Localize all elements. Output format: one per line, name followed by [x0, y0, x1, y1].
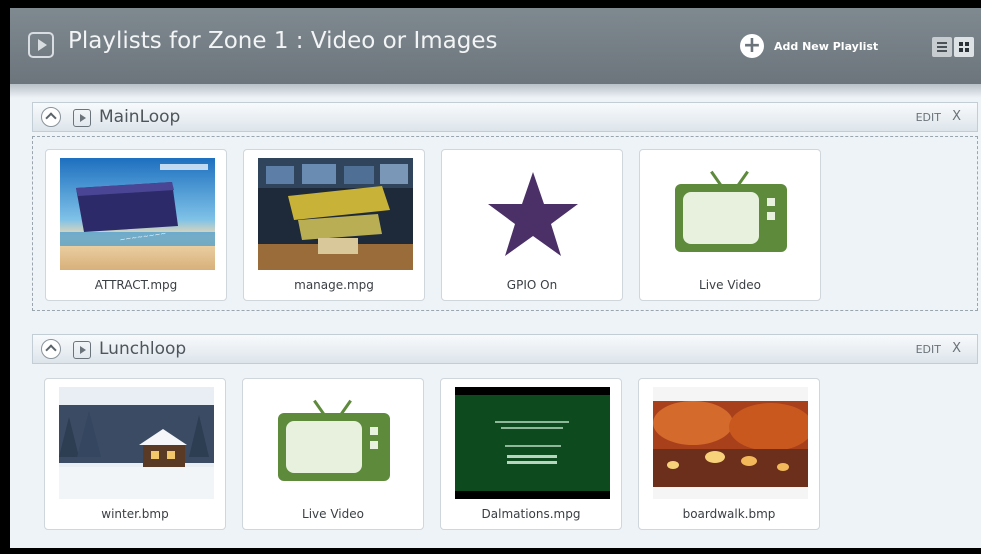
item-label: ATTRACT.mpg [94, 278, 178, 292]
play-icon[interactable] [73, 341, 91, 359]
playlist-items-lunchloop: winter.bmp Live Video Dalmations.mpg boa… [32, 366, 978, 546]
video-thumbnail: ~~~~~~~~ [60, 158, 215, 270]
play-icon[interactable] [73, 109, 91, 127]
header-bar: Playlists for Zone 1 : Video or Images +… [10, 8, 981, 84]
item-label: Live Video [302, 507, 364, 521]
image-thumbnail [653, 387, 808, 499]
playlist-name: Lunchloop [99, 339, 187, 359]
close-button[interactable]: X [952, 341, 961, 356]
add-playlist-button[interactable]: + Add New Playlist [740, 34, 878, 58]
header-shadow [10, 84, 981, 98]
video-thumbnail [455, 387, 610, 499]
playlist-item[interactable]: Live Video [242, 378, 424, 530]
grid-view-icon[interactable] [954, 37, 974, 57]
playlist-items-mainloop: ~~~~~~~~ ATTRACT.mpg manage.mpg GPIO On … [32, 136, 978, 311]
item-label: Live Video [699, 278, 761, 292]
item-label: GPIO On [506, 278, 558, 292]
plus-icon: + [740, 34, 764, 58]
playlist-item[interactable]: manage.mpg [243, 149, 425, 301]
collapse-icon[interactable] [41, 107, 61, 127]
playlist-header-lunchloop: Lunchloop EDIT X [32, 334, 978, 364]
page-title: Playlists for Zone 1 : Video or Images [68, 28, 498, 54]
image-thumbnail [59, 387, 214, 499]
edit-button[interactable]: EDIT [916, 343, 941, 356]
playlist-item[interactable]: Dalmations.mpg [440, 378, 622, 530]
playlist-name: MainLoop [99, 107, 181, 127]
playlist-item[interactable]: GPIO On [441, 149, 623, 301]
item-label: manage.mpg [294, 278, 374, 292]
video-thumbnail [258, 158, 413, 270]
list-view-icon[interactable] [932, 37, 952, 57]
add-playlist-label: Add New Playlist [774, 39, 879, 53]
item-label: winter.bmp [101, 507, 169, 521]
playlist-header-mainloop: MainLoop EDIT X [32, 102, 978, 132]
play-icon [28, 32, 54, 58]
collapse-icon[interactable] [41, 339, 61, 359]
playlist-item[interactable]: boardwalk.bmp [638, 378, 820, 530]
playlists-window: Playlists for Zone 1 : Video or Images +… [10, 8, 981, 548]
star-icon [456, 158, 611, 270]
edit-button[interactable]: EDIT [916, 111, 941, 124]
playlist-item[interactable]: winter.bmp [44, 378, 226, 530]
playlist-item[interactable]: Live Video [639, 149, 821, 301]
item-label: boardwalk.bmp [682, 507, 776, 521]
tv-icon [257, 387, 412, 499]
playlist-item[interactable]: ~~~~~~~~ ATTRACT.mpg [45, 149, 227, 301]
tv-icon [654, 158, 809, 270]
item-label: Dalmations.mpg [481, 507, 581, 521]
close-button[interactable]: X [952, 109, 961, 124]
